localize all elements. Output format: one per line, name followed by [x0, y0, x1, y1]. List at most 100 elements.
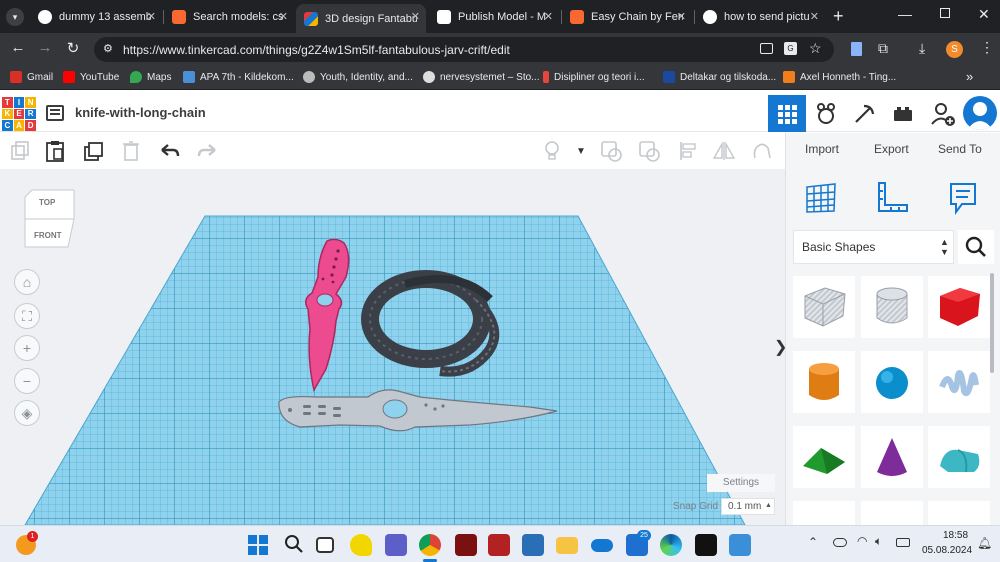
url-text[interactable]: https://www.tinkercad.com/things/g2Z4w1S…	[123, 43, 510, 57]
invite-user-button[interactable]	[924, 95, 962, 132]
game-app-icon[interactable]	[488, 534, 510, 556]
bookmark-star-icon[interactable]: ☆	[809, 40, 822, 57]
bookmark-item[interactable]: Disipliner og teori i...	[543, 71, 645, 83]
cruise-button[interactable]	[749, 139, 773, 163]
fit-view-button[interactable]: ⛶	[14, 303, 40, 329]
clock-time[interactable]: 18:58	[943, 530, 968, 541]
scribble-shape[interactable]	[928, 351, 990, 413]
bookmark-item[interactable]: nervesystemet – Sto...	[423, 71, 540, 83]
profile-avatar[interactable]: S	[946, 41, 963, 58]
tinkercad-logo[interactable]: TIN KER CAD	[2, 97, 36, 131]
zoom-in-button[interactable]: +	[14, 335, 40, 361]
copy-button[interactable]	[8, 139, 32, 163]
notes-dropdown-button[interactable]: ▼	[569, 139, 593, 163]
3d-design-view-button[interactable]	[768, 95, 806, 132]
shape-tile-partial[interactable]	[793, 501, 855, 525]
browser-tab[interactable]: Publish Model - M ✕	[429, 4, 559, 29]
redo-button[interactable]	[195, 139, 219, 163]
notes-button[interactable]	[540, 139, 564, 163]
import-button[interactable]: Import	[805, 142, 839, 156]
file-icon[interactable]	[851, 42, 862, 56]
paint-app-icon[interactable]	[729, 534, 751, 556]
bricks-button[interactable]	[884, 95, 922, 132]
browser-menu-icon[interactable]: ⋮	[980, 39, 994, 56]
teams-icon[interactable]	[385, 534, 407, 556]
send-to-button[interactable]: Send To	[938, 142, 982, 156]
bookmark-item[interactable]: Axel Honneth - Ting...	[783, 71, 896, 83]
file-explorer-icon[interactable]	[556, 537, 578, 554]
close-tab-icon[interactable]: ✕	[544, 10, 553, 23]
download-icon[interactable]: ⤓	[919, 40, 925, 57]
edge-icon[interactable]	[660, 534, 682, 556]
cylinder-hole-shape[interactable]	[861, 276, 923, 338]
task-view-icon[interactable]	[316, 537, 334, 553]
minimize-window-icon[interactable]: —	[898, 6, 912, 22]
back-arrow-icon[interactable]: ←	[8, 39, 28, 56]
bookmark-item[interactable]: Gmail	[10, 71, 53, 83]
paste-button[interactable]	[43, 139, 67, 163]
round-roof-shape[interactable]	[928, 426, 990, 488]
group-button[interactable]	[599, 139, 623, 163]
install-app-icon[interactable]	[760, 43, 773, 54]
search-shapes-button[interactable]	[958, 230, 994, 264]
box-shape[interactable]	[793, 276, 855, 338]
bookmark-item[interactable]: APA 7th - Kildekom...	[183, 71, 294, 83]
tab-list-button[interactable]: ▾	[6, 8, 24, 26]
wifi-icon[interactable]: ◠	[857, 534, 867, 548]
undo-button[interactable]	[158, 139, 182, 163]
shape-tile-partial[interactable]	[928, 501, 990, 525]
site-info-icon[interactable]: ⚙	[103, 42, 113, 55]
volume-icon[interactable]: 🔈︎	[875, 534, 882, 549]
forward-arrow-icon[interactable]: →	[35, 39, 55, 56]
cone-shape[interactable]	[861, 426, 923, 488]
close-tab-icon[interactable]: ✕	[279, 10, 288, 23]
export-button[interactable]: Export	[874, 142, 909, 156]
clock-date[interactable]: 05.08.2024	[922, 545, 972, 556]
duplicate-button[interactable]	[82, 139, 106, 163]
ungroup-button[interactable]	[637, 139, 661, 163]
start-button[interactable]	[248, 535, 268, 560]
reload-icon[interactable]: ↻	[63, 39, 83, 57]
close-tab-icon[interactable]: ✕	[147, 10, 156, 23]
close-tab-icon[interactable]: ✕	[810, 10, 819, 23]
settings-button[interactable]: Settings	[707, 474, 775, 492]
bookmark-item[interactable]: Maps	[130, 71, 171, 83]
browser-tab[interactable]: Easy Chain by Fern ✕	[562, 4, 692, 29]
home-view-button[interactable]: ⌂	[14, 269, 40, 295]
search-taskbar-icon[interactable]	[283, 533, 305, 560]
show-hidden-icons[interactable]: ⌃	[808, 535, 818, 549]
orange-cylinder-shape[interactable]	[793, 351, 855, 413]
design-menu-icon[interactable]	[46, 105, 64, 121]
browser-tab[interactable]: how to send pictu ✕	[695, 4, 825, 29]
panel-scrollbar[interactable]	[990, 273, 994, 373]
view-cube[interactable]: TOP FRONT	[24, 189, 76, 249]
mirror-button[interactable]	[712, 139, 736, 163]
address-bar[interactable]: ⚙ https://www.tinkercad.com/things/g2Z4w…	[94, 37, 834, 62]
workplane-button[interactable]	[804, 181, 838, 220]
align-button[interactable]	[676, 139, 700, 163]
bookmark-item[interactable]: YouTube	[63, 71, 119, 83]
workplane-viewport[interactable]: TOP FRONT ⌂ ⛶ + − ◈ ❯ Settings Snap Grid…	[0, 169, 785, 525]
bookmark-item[interactable]: Deltakar og tilskoda...	[663, 71, 776, 83]
bambu-studio-icon[interactable]	[695, 534, 717, 556]
perspective-button[interactable]: ◈	[14, 400, 40, 426]
browser-tab[interactable]: Search models: cs ✕	[164, 4, 294, 29]
restore-window-icon[interactable]	[940, 8, 950, 18]
red-box-shape[interactable]	[928, 276, 990, 338]
more-bookmarks-icon[interactable]: »	[966, 69, 973, 84]
close-tab-icon[interactable]: ✕	[411, 10, 420, 23]
onedrive-icon[interactable]	[591, 539, 613, 552]
ruler-button[interactable]	[875, 181, 909, 220]
shape-tile-partial[interactable]	[861, 501, 923, 525]
sphere-shape[interactable]	[861, 351, 923, 413]
calculator-app-icon[interactable]	[522, 534, 544, 556]
battery-icon[interactable]	[896, 538, 910, 547]
notification-center-icon[interactable]: 🔔︎	[977, 536, 992, 550]
panel-collapse-toggle[interactable]: ❯	[774, 337, 785, 357]
browser-tab[interactable]: dummy 13 assemb ✕	[30, 4, 162, 29]
zoom-out-button[interactable]: −	[14, 368, 40, 394]
chrome-icon[interactable]	[419, 534, 441, 556]
browser-tab-active[interactable]: 3D design Fantabu ✕	[296, 4, 426, 33]
user-avatar[interactable]	[963, 96, 997, 130]
snap-grid-select[interactable]: 0.1 mm ▲	[721, 498, 775, 515]
